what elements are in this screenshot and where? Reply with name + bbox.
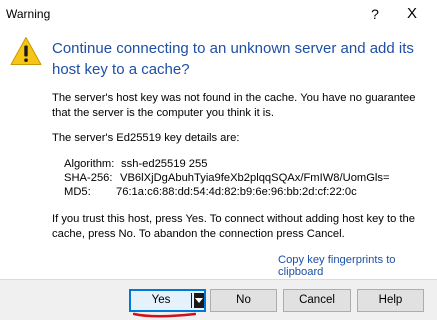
algorithm-row: Algorithm: ssh-ed25519 255 [64,157,207,171]
help-icon-button[interactable]: ? [361,3,389,25]
dropdown-arrow-icon[interactable] [194,293,204,308]
md5-row: MD5: 76:1a:c6:88:dd:54:4d:82:b9:6e:96:bb… [64,185,357,199]
main-instruction: Continue connecting to an unknown server… [52,40,414,78]
sha256-value: VB6lXjDgAbuhTyia9feXb2plqqSQAx/FmIW8/Uom… [120,172,390,184]
no-button[interactable]: No [210,289,277,312]
yes-split-button[interactable]: Yes [129,289,206,312]
host-key-not-found-text: The server's host key was not found in t… [52,92,416,119]
instructions-text: If you trust this host, press Yes. To co… [52,213,415,240]
md5-value: 76:1a:c6:88:dd:54:4d:82:b9:6e:96:bb:2d:c… [116,186,357,198]
window-title: Warning [6,7,51,21]
key-details-heading: The server's Ed25519 key details are: [52,132,240,144]
help-button[interactable]: Help [357,289,424,312]
red-underline-annotation [133,312,196,318]
md5-label: MD5: [64,186,91,198]
yes-button-label: Yes [151,294,171,306]
sha256-row: SHA-256: VB6lXjDgAbuhTyia9feXb2plqqSQAx/… [64,171,390,185]
title-bar: Warning ? X [0,0,437,30]
cancel-button[interactable]: Cancel [283,289,351,312]
algorithm-label: Algorithm: [64,158,115,170]
algorithm-value: ssh-ed25519 255 [121,158,208,170]
split-separator [191,293,192,308]
warning-icon [10,37,42,65]
copy-fingerprints-link[interactable]: Copy key fingerprints to clipboard [278,254,437,278]
sha256-label: SHA-256: [64,172,113,184]
close-icon[interactable]: X [398,3,426,25]
